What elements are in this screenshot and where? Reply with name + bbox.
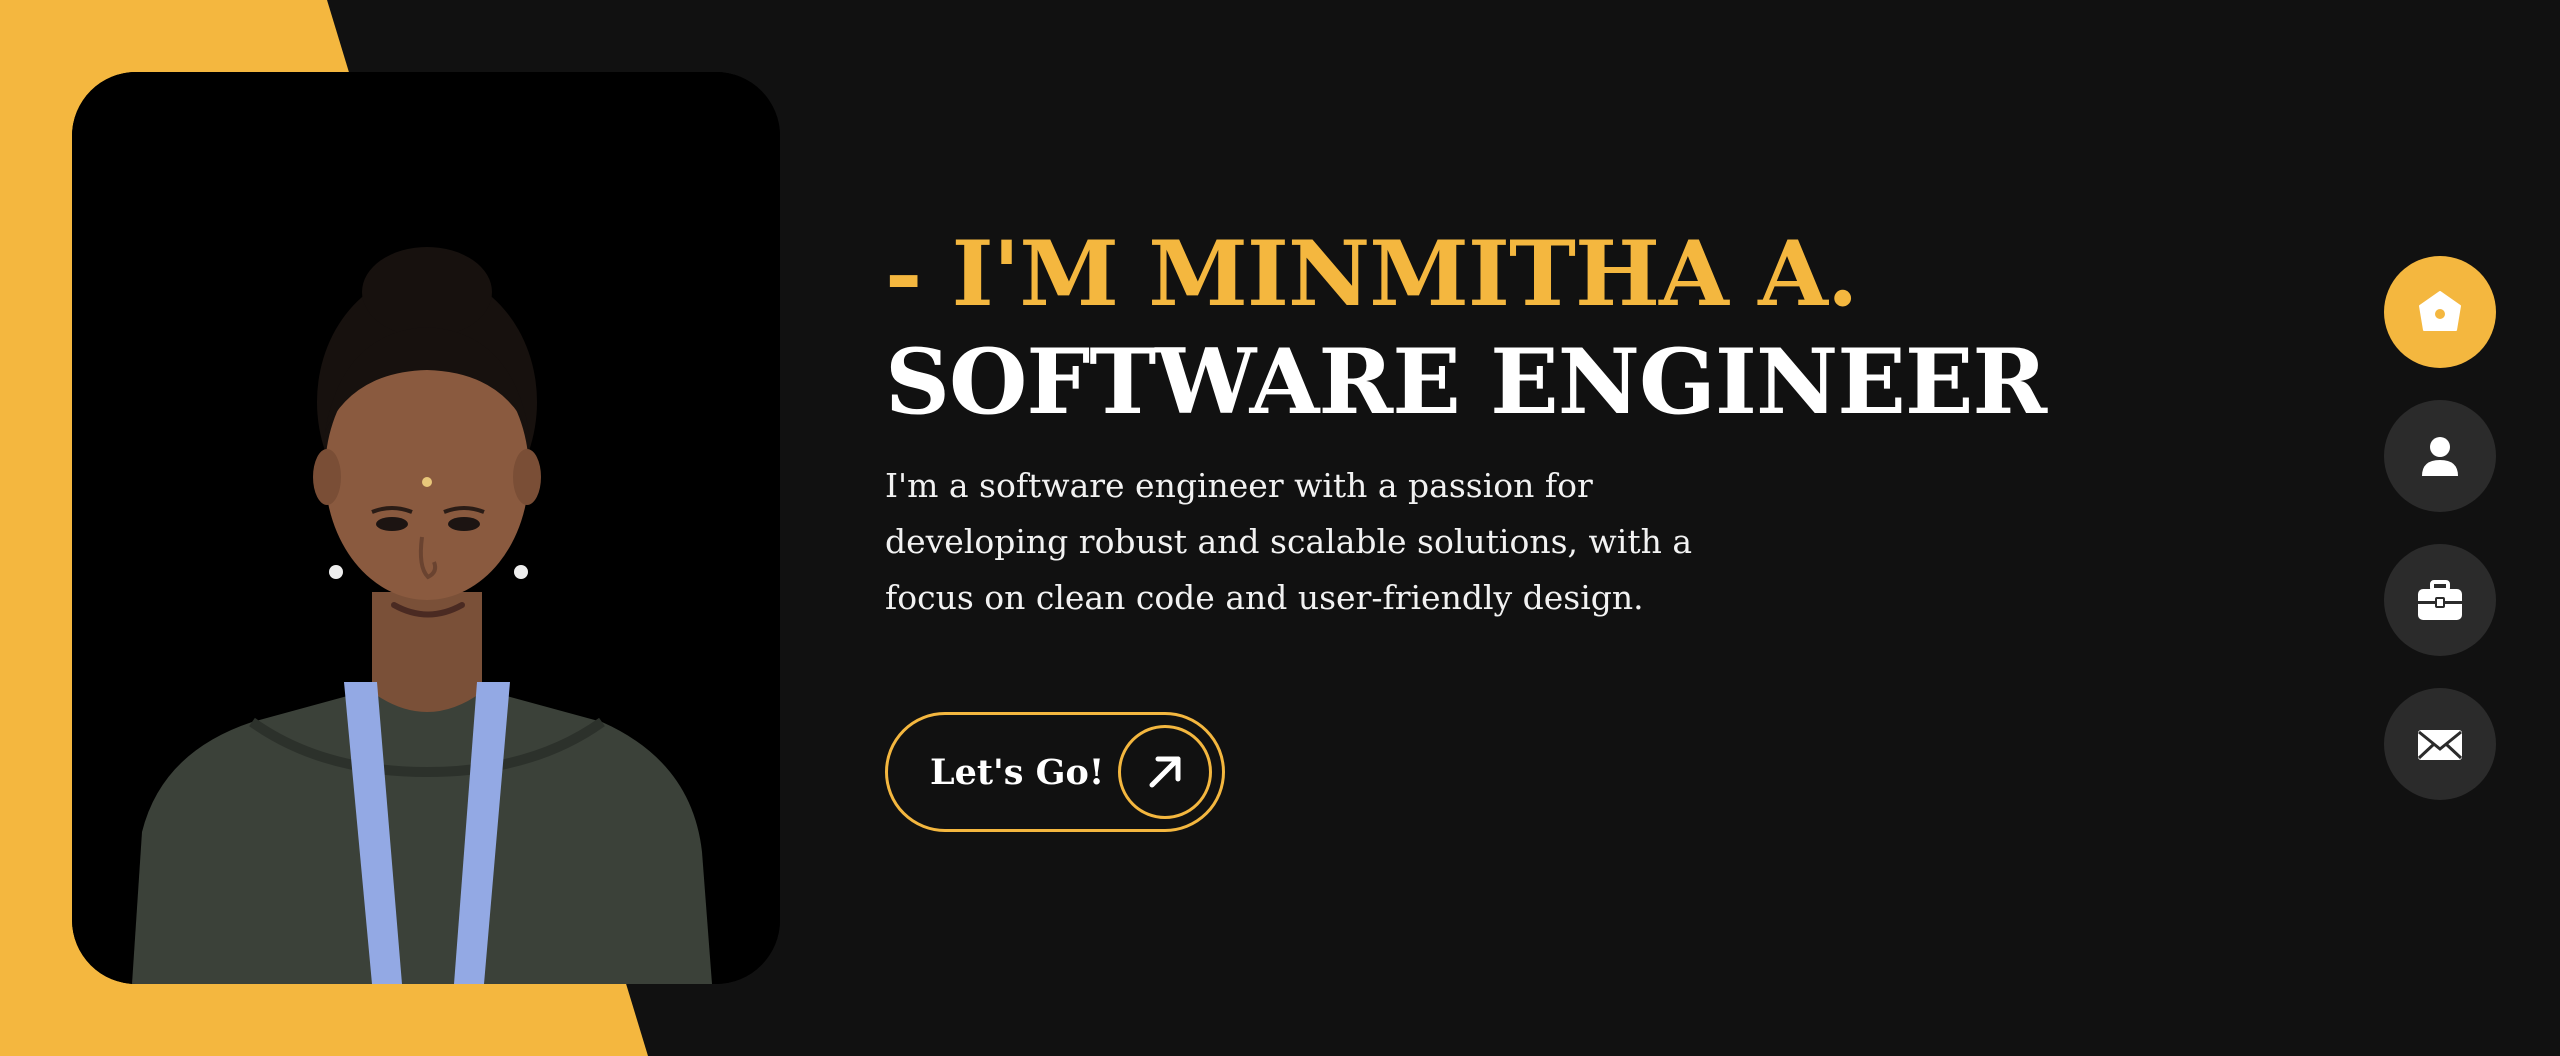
arrow-up-right-icon [1118,725,1212,819]
briefcase-icon [2418,580,2462,620]
profile-photo [72,72,780,984]
lets-go-label: Let's Go! [930,751,1105,793]
envelope-icon [2417,730,2463,760]
nav-about-button[interactable] [2384,400,2496,512]
home-icon [2419,291,2461,331]
bio-text: I'm a software engineer with a passion f… [885,466,1693,617]
profile-photo-illustration [72,72,780,984]
user-icon [2422,437,2458,476]
role-heading: SOFTWARE ENGINEER [885,329,2047,435]
lets-go-button[interactable]: Let's Go! [885,712,1225,832]
hero-section: - I'M MINMITHA A. SOFTWARE ENGINEER I'm … [885,220,2085,626]
home-page: - I'M MINMITHA A. SOFTWARE ENGINEER I'm … [0,0,2560,1056]
nav-portfolio-button[interactable] [2384,544,2496,656]
nav-contact-button[interactable] [2384,688,2496,800]
side-navigation [2384,256,2496,832]
nav-home-button[interactable] [2384,256,2496,368]
intro-heading: - I'M MINMITHA A. [885,221,1858,327]
